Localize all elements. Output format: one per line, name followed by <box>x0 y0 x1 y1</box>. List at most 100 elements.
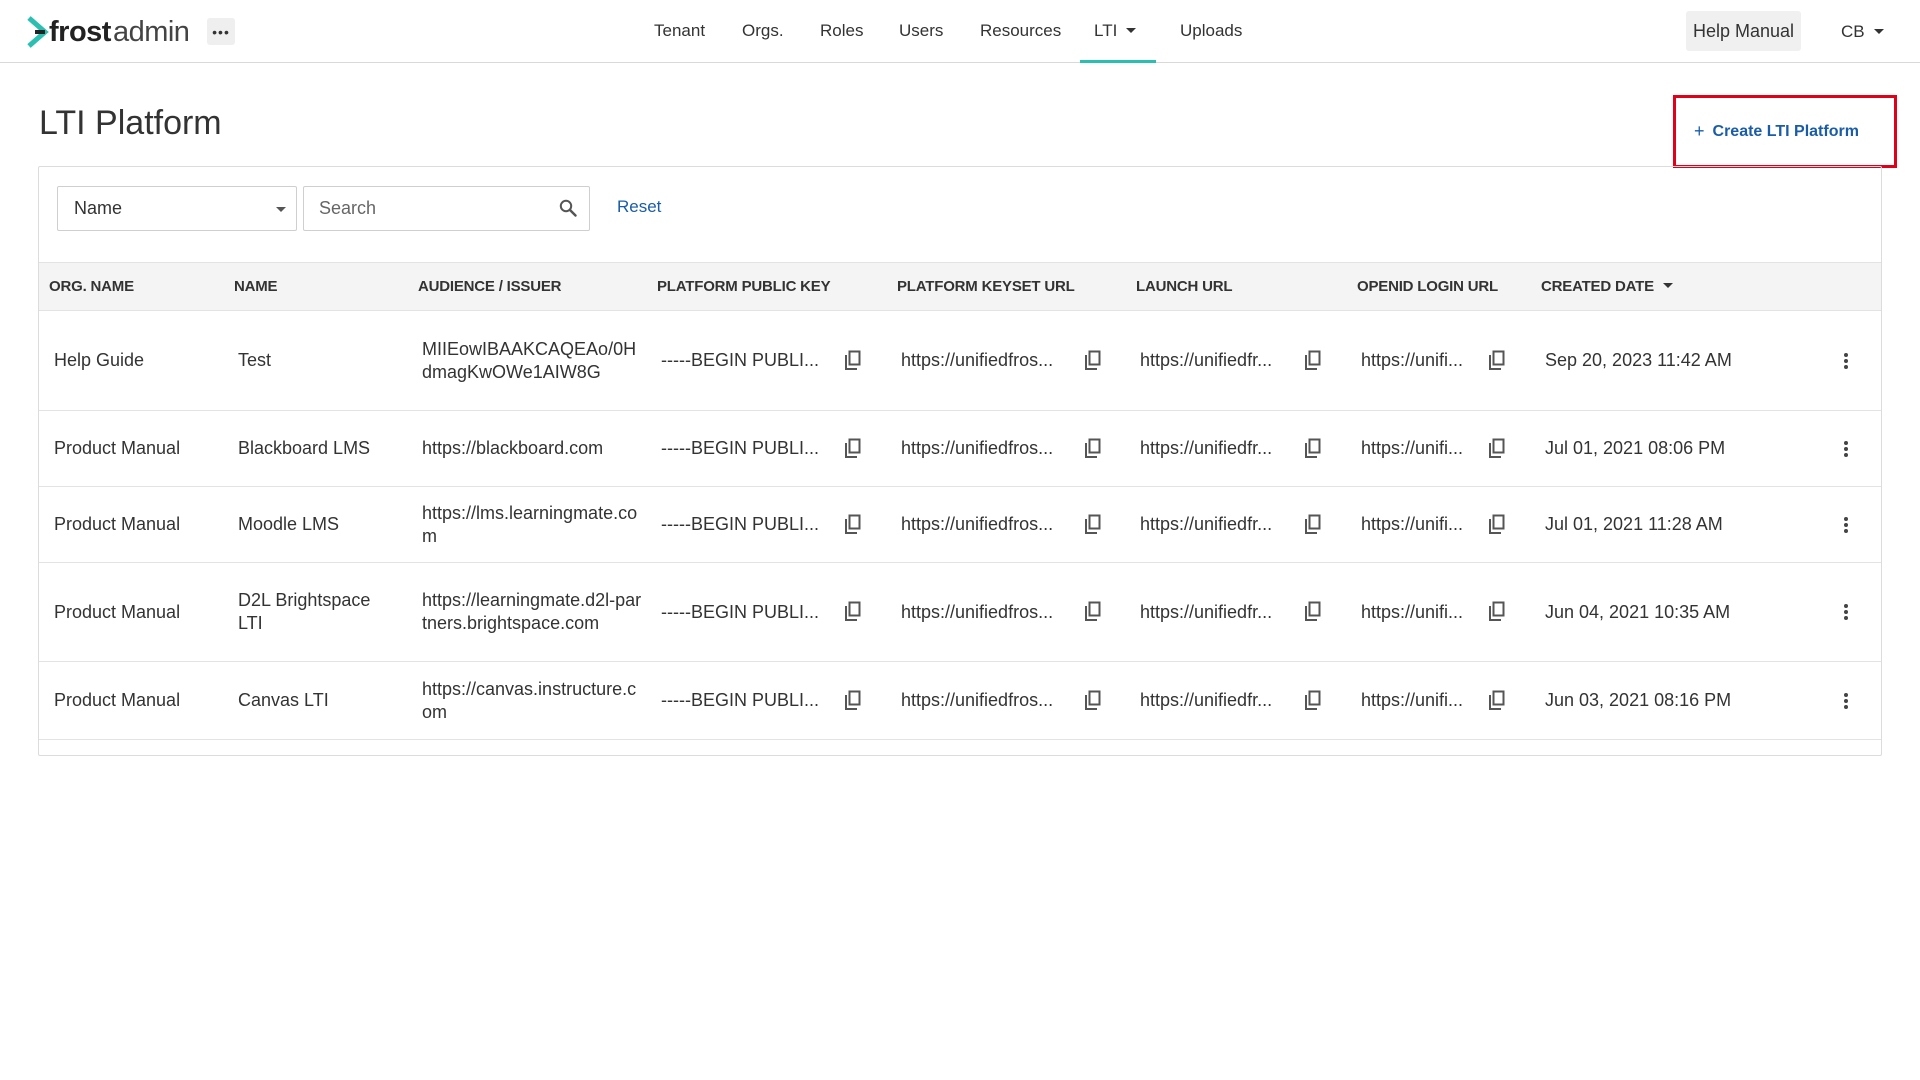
page-title: LTI Platform <box>39 104 222 142</box>
cell-audience-issuer: https://learningmate.d2l-partners.bright… <box>422 590 642 633</box>
nav-tenant[interactable]: Tenant <box>654 0 705 63</box>
cell-login-url: https://unifi... <box>1361 601 1464 622</box>
copy-icon[interactable] <box>1083 438 1103 460</box>
more-menu-button[interactable]: ••• <box>207 18 235 45</box>
nav-lti-label: LTI <box>1094 21 1118 40</box>
copy-icon[interactable] <box>1487 514 1507 536</box>
user-initials: CB <box>1841 22 1865 41</box>
cell-audience-issuer: MIIEowIBAAKCAQEAo/0HdmagKwOWe1AIW8G <box>422 338 637 382</box>
plus-icon: + <box>1694 121 1705 141</box>
cell-public-key: -----BEGIN PUBLI... <box>661 601 820 622</box>
search-box <box>303 186 590 231</box>
search-input[interactable] <box>304 187 544 230</box>
filter-field-value: Name <box>74 198 123 218</box>
cell-launch-url: https://unifiedfr... <box>1140 601 1273 622</box>
cell-name: D2L Brightspace LTI <box>238 590 371 633</box>
nav-users[interactable]: Users <box>899 0 943 63</box>
cell-keyset-url: https://unifiedfros... <box>901 514 1054 534</box>
copy-icon[interactable] <box>1487 438 1507 460</box>
table-row[interactable]: Product Manual Moodle LMS https://lms.le… <box>39 487 1881 563</box>
lti-platform-panel: Name Reset ORG. NAME NAME AUDIENCE / ISS… <box>38 166 1882 756</box>
create-lti-platform-button[interactable]: + Create LTI Platform <box>1673 95 1897 168</box>
chevron-down-icon <box>1126 27 1137 33</box>
column-header-openid-login-url[interactable]: OPENID LOGIN URL <box>1357 263 1498 310</box>
copy-icon[interactable] <box>1487 601 1507 623</box>
nav-orgs[interactable]: Orgs. <box>742 0 784 63</box>
copy-icon[interactable] <box>1487 690 1507 712</box>
column-header-name[interactable]: NAME <box>234 263 278 310</box>
more-dots-icon: ••• <box>212 23 230 40</box>
nav-lti[interactable]: LTI <box>1080 0 1156 63</box>
cell-name: Moodle LMS <box>238 514 340 534</box>
cell-org-name: Product Manual <box>54 438 181 458</box>
nav-roles[interactable]: Roles <box>820 0 863 63</box>
chevron-down-icon <box>1873 28 1884 34</box>
nav-uploads[interactable]: Uploads <box>1180 0 1242 63</box>
table-row[interactable]: Help Guide Test MIIEowIBAAKCAQEAo/0Hdmag… <box>39 311 1881 411</box>
row-actions-kebab-icon[interactable] <box>1843 692 1849 709</box>
copy-icon[interactable] <box>1487 350 1507 372</box>
cell-public-key: -----BEGIN PUBLI... <box>661 350 820 370</box>
cell-launch-url: https://unifiedfr... <box>1140 514 1273 534</box>
brand-logo[interactable]: frostadmin <box>27 14 190 50</box>
copy-icon[interactable] <box>1083 601 1103 623</box>
copy-icon[interactable] <box>1083 514 1103 536</box>
cell-login-url: https://unifi... <box>1361 438 1464 458</box>
cell-org-name: Product Manual <box>54 690 181 710</box>
cell-org-name: Help Guide <box>54 350 145 370</box>
copy-icon[interactable] <box>1303 438 1323 460</box>
column-header-org-name[interactable]: ORG. NAME <box>49 263 134 310</box>
brand-name-light: admin <box>112 15 190 48</box>
copy-icon[interactable] <box>1303 514 1323 536</box>
cell-audience-issuer: https://lms.learningmate.com <box>422 502 638 546</box>
top-navbar: frostadmin ••• Tenant Orgs. Roles Users … <box>0 0 1920 63</box>
copy-icon[interactable] <box>1083 350 1103 372</box>
column-header-launch-url[interactable]: LAUNCH URL <box>1136 263 1233 310</box>
table-row[interactable]: Product Manual Blackboard LMS https://bl… <box>39 411 1881 487</box>
filter-field-select[interactable]: Name <box>57 186 297 231</box>
copy-icon[interactable] <box>843 690 863 712</box>
copy-icon[interactable] <box>843 601 863 623</box>
copy-icon[interactable] <box>843 514 863 536</box>
help-manual-button[interactable]: Help Manual <box>1686 11 1802 51</box>
copy-icon[interactable] <box>843 438 863 460</box>
row-actions-kebab-icon[interactable] <box>1843 352 1849 369</box>
cell-keyset-url: https://unifiedfros... <box>901 601 1054 622</box>
sort-desc-icon <box>1662 283 1673 289</box>
column-header-audience-issuer[interactable]: AUDIENCE / ISSUER <box>418 263 561 310</box>
cell-name: Test <box>238 350 272 370</box>
reset-link[interactable]: Reset <box>617 197 661 217</box>
row-actions-kebab-icon[interactable] <box>1843 604 1849 620</box>
user-menu[interactable]: CB <box>1841 0 1884 63</box>
cell-public-key: -----BEGIN PUBLI... <box>661 514 820 534</box>
row-actions-kebab-icon[interactable] <box>1843 440 1849 457</box>
copy-icon[interactable] <box>1303 350 1323 372</box>
table-row[interactable]: Product Manual D2L Brightspace LTI https… <box>39 563 1881 662</box>
column-header-created-date[interactable]: CREATED DATE <box>1541 263 1673 310</box>
table-row[interactable]: Product Manual Canvas LTI https://canvas… <box>39 662 1881 740</box>
cell-org-name: Product Manual <box>54 514 181 534</box>
cell-created-date: Sep 20, 2023 11:42 AM <box>1545 350 1732 370</box>
cell-launch-url: https://unifiedfr... <box>1140 690 1273 710</box>
copy-icon[interactable] <box>843 350 863 372</box>
copy-icon[interactable] <box>1303 601 1323 623</box>
table-header: ORG. NAME NAME AUDIENCE / ISSUER PLATFOR… <box>39 262 1881 311</box>
cell-public-key: -----BEGIN PUBLI... <box>661 438 820 458</box>
column-header-platform-keyset-url[interactable]: PLATFORM KEYSET URL <box>897 263 1075 310</box>
cell-login-url: https://unifi... <box>1361 350 1464 370</box>
cell-created-date: Jul 01, 2021 08:06 PM <box>1545 438 1726 458</box>
copy-icon[interactable] <box>1303 690 1323 712</box>
create-lti-platform-label: Create LTI Platform <box>1712 122 1859 140</box>
cell-keyset-url: https://unifiedfros... <box>901 690 1054 710</box>
cell-name: Canvas LTI <box>238 690 329 710</box>
row-actions-kebab-icon[interactable] <box>1843 516 1849 533</box>
column-header-platform-public-key[interactable]: PLATFORM PUBLIC KEY <box>657 263 831 310</box>
cell-name: Blackboard LMS <box>238 438 371 458</box>
cell-login-url: https://unifi... <box>1361 514 1464 534</box>
copy-icon[interactable] <box>1083 690 1103 712</box>
search-icon[interactable] <box>559 199 577 217</box>
cell-created-date: Jun 04, 2021 10:35 AM <box>1545 601 1731 622</box>
brand-name-bold: frost <box>49 15 111 48</box>
nav-resources[interactable]: Resources <box>980 0 1061 63</box>
cell-audience-issuer: https://blackboard.com <box>422 438 604 458</box>
